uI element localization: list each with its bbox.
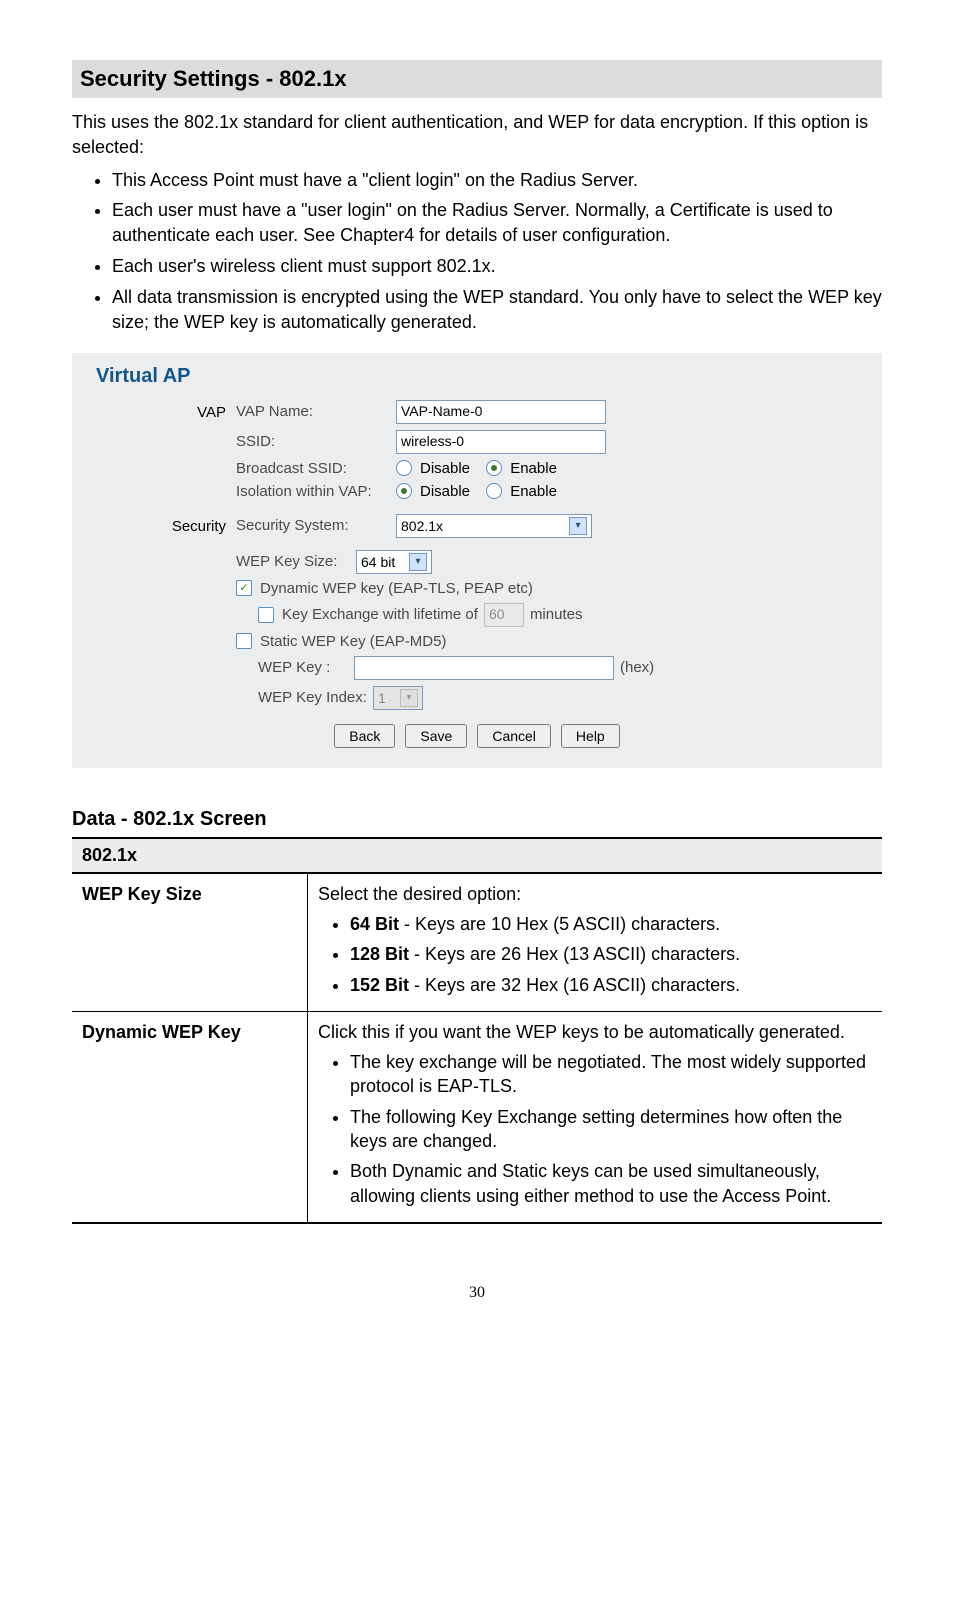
table-header: 802.1x [72, 838, 882, 873]
ssid-input[interactable]: wireless-0 [396, 430, 606, 454]
vap-name-label: VAP Name: [236, 403, 396, 420]
virtual-ap-panel: Virtual AP VAP VAP Name: VAP-Name-0 SSID… [72, 353, 882, 768]
section-heading: Security Settings - 802.1x [72, 60, 882, 98]
help-button[interactable]: Help [561, 724, 620, 748]
row-name: WEP Key Size [72, 873, 308, 1012]
page-number: 30 [72, 1284, 882, 1302]
wep-key-index-value: 1 [378, 690, 392, 706]
wep-key-size-label: WEP Key Size: [236, 553, 356, 570]
intro-bullet-list: This Access Point must have a "client lo… [72, 168, 882, 335]
group-label-vap: VAP [96, 400, 236, 421]
chevron-down-icon: ▾ [400, 689, 418, 707]
broadcast-ssid-label: Broadcast SSID: [236, 460, 396, 477]
row-lead: Select the desired option: [318, 882, 872, 906]
row-item: The following Key Exchange setting deter… [350, 1105, 872, 1154]
back-button[interactable]: Back [334, 724, 395, 748]
row-item: 64 Bit - Keys are 10 Hex (5 ASCII) chara… [350, 912, 872, 936]
panel-title: Virtual AP [96, 365, 858, 388]
row-content: Click this if you want the WEP keys to b… [308, 1011, 883, 1223]
intro-bullet: This Access Point must have a "client lo… [112, 168, 882, 193]
row-item: 152 Bit - Keys are 32 Hex (16 ASCII) cha… [350, 973, 872, 997]
wep-key-index-label: WEP Key Index: [258, 689, 367, 706]
dynamic-wep-checkbox[interactable]: ✓ [236, 580, 252, 596]
isolation-enable-radio[interactable] [486, 483, 502, 499]
security-system-label: Security System: [236, 517, 396, 534]
wep-key-size-select[interactable]: 64 bit ▾ [356, 550, 432, 574]
broadcast-enable-text: Enable [510, 460, 557, 477]
dynamic-wep-label: Dynamic WEP key (EAP-TLS, PEAP etc) [260, 580, 533, 597]
isolation-label: Isolation within VAP: [236, 483, 396, 500]
wep-key-hex-suffix: (hex) [620, 659, 654, 676]
key-exchange-prefix: Key Exchange with lifetime of [282, 606, 478, 623]
key-exchange-lifetime-input[interactable]: 60 [484, 603, 524, 627]
key-exchange-suffix: minutes [530, 606, 583, 623]
isolation-disable-text: Disable [420, 483, 470, 500]
row-item: 128 Bit - Keys are 26 Hex (13 ASCII) cha… [350, 942, 872, 966]
table-row: Dynamic WEP Key Click this if you want t… [72, 1011, 882, 1223]
chevron-down-icon: ▾ [409, 553, 427, 571]
row-item: Both Dynamic and Static keys can be used… [350, 1159, 872, 1208]
static-wep-label: Static WEP Key (EAP-MD5) [260, 633, 446, 650]
wep-key-input[interactable] [354, 656, 614, 680]
cancel-button[interactable]: Cancel [477, 724, 551, 748]
key-exchange-checkbox[interactable] [258, 607, 274, 623]
row-lead: Click this if you want the WEP keys to b… [318, 1020, 872, 1044]
wep-key-size-value: 64 bit [361, 554, 401, 570]
ssid-label: SSID: [236, 433, 396, 450]
group-label-security: Security [96, 514, 236, 535]
broadcast-disable-radio[interactable] [396, 460, 412, 476]
row-content: Select the desired option: 64 Bit - Keys… [308, 873, 883, 1012]
chevron-down-icon: ▾ [569, 517, 587, 535]
wep-key-index-select[interactable]: 1 ▾ [373, 686, 423, 710]
intro-text: This uses the 802.1x standard for client… [72, 110, 882, 160]
row-name: Dynamic WEP Key [72, 1011, 308, 1223]
row-item: The key exchange will be negotiated. The… [350, 1050, 872, 1099]
wep-key-label: WEP Key : [258, 659, 348, 676]
intro-bullet: All data transmission is encrypted using… [112, 285, 882, 335]
vap-name-input[interactable]: VAP-Name-0 [396, 400, 606, 424]
isolation-enable-text: Enable [510, 483, 557, 500]
data-table: 802.1x WEP Key Size Select the desired o… [72, 837, 882, 1224]
intro-bullet: Each user must have a "user login" on th… [112, 198, 882, 248]
static-wep-checkbox[interactable] [236, 633, 252, 649]
intro-bullet: Each user's wireless client must support… [112, 254, 882, 279]
save-button[interactable]: Save [405, 724, 467, 748]
isolation-disable-radio[interactable] [396, 483, 412, 499]
security-system-select[interactable]: 802.1x ▾ [396, 514, 592, 538]
data-subheading: Data - 802.1x Screen [72, 808, 882, 831]
security-system-value: 802.1x [401, 518, 561, 534]
broadcast-disable-text: Disable [420, 460, 470, 477]
table-row: WEP Key Size Select the desired option: … [72, 873, 882, 1012]
broadcast-enable-radio[interactable] [486, 460, 502, 476]
